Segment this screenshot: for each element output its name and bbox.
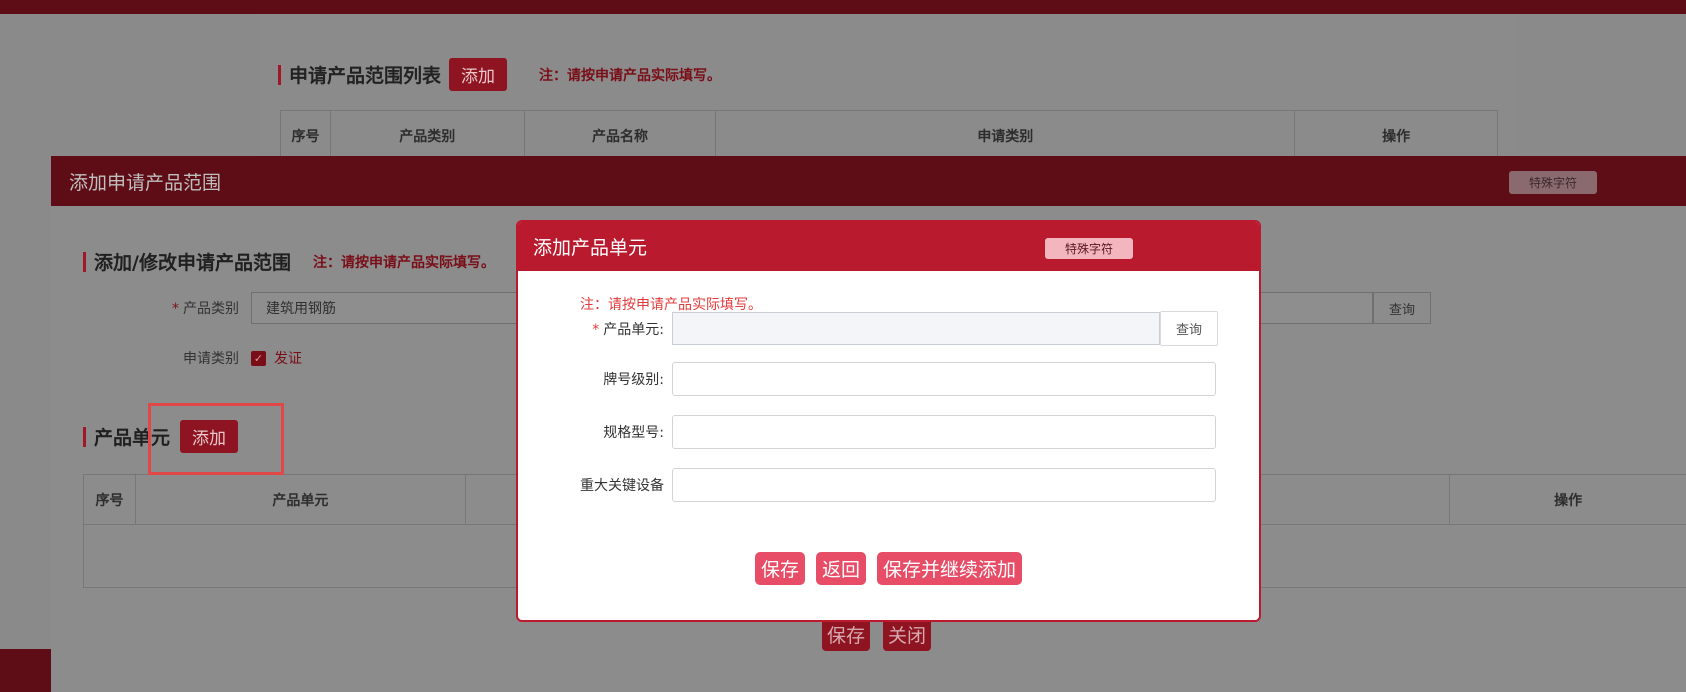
- col-category: 产品类别: [331, 111, 525, 161]
- category-query-button[interactable]: 查询: [1373, 292, 1431, 324]
- unit-col-name: 产品单元: [136, 475, 466, 524]
- bottom-strip: [0, 649, 52, 692]
- col-actions: 操作: [1382, 129, 1411, 145]
- add-product-unit-modal: 添加产品单元 特殊字符 注：请按申请产品实际填写。 * 产品单元: 查询 牌号级别…: [516, 220, 1261, 622]
- product-unit-input[interactable]: [672, 312, 1160, 345]
- product-category-label: * 产品类别: [172, 301, 239, 317]
- scope-table-header: 序号 产品类别 产品名称 申请类别 操作: [281, 111, 1497, 161]
- edit-scope-title: 添加/修改申请产品范围: [94, 252, 291, 274]
- scope-add-button[interactable]: 添加: [449, 58, 508, 91]
- modal-header: 添加产品单元 特殊字符: [518, 222, 1259, 271]
- checkbox-checked-icon[interactable]: ✓: [251, 350, 266, 366]
- section-marker: [278, 64, 281, 85]
- dialog-save-button[interactable]: 保存: [822, 618, 871, 651]
- add-scope-dialog-title: 添加申请产品范围: [69, 171, 222, 194]
- col-apply-type: 申请类别: [716, 111, 1296, 161]
- section-marker: [83, 426, 86, 447]
- edit-scope-header: 添加/修改申请产品范围 注：请按申请产品实际填写。: [83, 248, 495, 275]
- scope-table: 序号 产品类别 产品名称 申请类别 操作: [280, 110, 1498, 161]
- key-equipment-input[interactable]: [672, 468, 1216, 502]
- col-product-name: 产品名称: [525, 111, 717, 161]
- modal-title: 添加产品单元: [533, 237, 648, 259]
- apply-category-label: 申请类别: [183, 351, 239, 367]
- col-index: 序号: [281, 111, 331, 161]
- scope-list-header: 申请产品范围列表 添加 注：请按申请产品实际填写。: [278, 58, 721, 91]
- apply-category-row: 申请类别 ✓ 发证: [151, 348, 302, 368]
- scope-list-title: 申请产品范围列表: [289, 65, 442, 87]
- apply-category-option-label: 发证: [274, 351, 302, 367]
- unit-col-index: 序号: [84, 475, 136, 524]
- special-chars-badge[interactable]: 特殊字符: [1509, 171, 1598, 194]
- spec-model-row: 规格型号:: [518, 415, 1216, 449]
- modal-save-button[interactable]: 保存: [755, 552, 806, 585]
- section-marker: [83, 251, 86, 272]
- unit-col-actions: 操作: [1554, 492, 1583, 509]
- modal-save-continue-button[interactable]: 保存并继续添加: [877, 552, 1023, 585]
- product-unit-row: * 产品单元: 查询: [518, 311, 1218, 346]
- spec-model-input[interactable]: [672, 415, 1216, 449]
- product-category-value: 建筑用钢筋: [266, 301, 336, 317]
- key-equipment-label: 重大关键设备: [580, 478, 664, 494]
- apply-category-option[interactable]: ✓ 发证: [251, 348, 302, 368]
- scope-note: 注：请按申请产品实际填写。: [539, 67, 722, 84]
- brand-grade-label: 牌号级别:: [603, 372, 664, 388]
- dialog-close-button[interactable]: 关闭: [883, 618, 932, 651]
- brand-grade-input[interactable]: [672, 362, 1216, 396]
- brand-grade-row: 牌号级别:: [518, 362, 1216, 396]
- product-unit-query-button[interactable]: 查询: [1160, 311, 1218, 346]
- top-header-strip: [0, 0, 1686, 14]
- modal-back-button[interactable]: 返回: [816, 552, 867, 585]
- key-equipment-row: 重大关键设备: [518, 468, 1216, 502]
- edit-scope-note: 注：请按申请产品实际填写。: [312, 254, 495, 271]
- product-unit-label: * 产品单元:: [592, 321, 664, 338]
- spec-model-label: 规格型号:: [603, 425, 664, 441]
- highlight-annotation-box: [148, 403, 284, 475]
- modal-special-chars-badge[interactable]: 特殊字符: [1045, 238, 1134, 259]
- add-scope-dialog-header: 添加申请产品范围 特殊字符: [51, 156, 1686, 206]
